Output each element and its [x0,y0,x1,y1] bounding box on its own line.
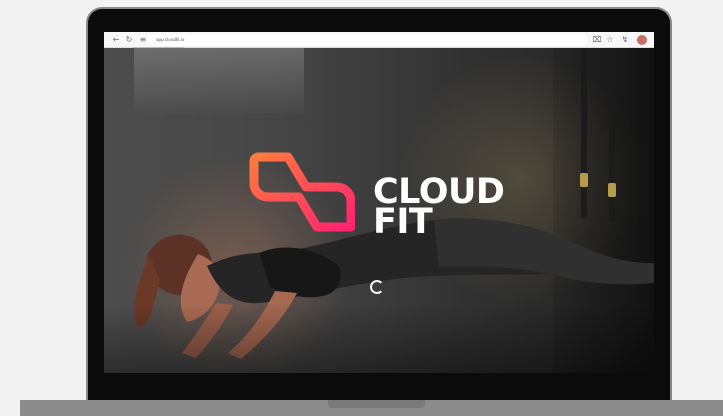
cloudfit-logo-icon [249,152,355,232]
site-info-icon[interactable]: ≡ [138,35,148,45]
address-bar[interactable]: app.cloudfit.io [148,34,588,46]
bookmark-star-icon[interactable]: ☆ [605,35,615,45]
back-icon[interactable]: ← [111,35,121,45]
laptop-mockup: ← ↻ ≡ app.cloudfit.io ⌧ ☆ ↯ Stop loading… [0,0,723,416]
reload-icon[interactable]: ↻ [124,35,134,45]
laptop-opening-notch [328,400,425,408]
fitness-hero-background: CLOUD FIT [104,48,654,373]
browser-window: ← ↻ ≡ app.cloudfit.io ⌧ ☆ ↯ Stop loading… [104,32,654,373]
settings-icon[interactable]: ↯ [620,35,630,45]
brand-logo-text: CLOUD FIT [373,175,505,240]
floor-shadow [104,303,654,373]
profile-icon[interactable] [637,35,647,45]
loading-spinner-icon [370,280,384,294]
extensions-icon[interactable]: ⌧ [592,35,602,45]
browser-toolbar: ← ↻ ≡ app.cloudfit.io ⌧ ☆ ↯ [104,32,654,48]
